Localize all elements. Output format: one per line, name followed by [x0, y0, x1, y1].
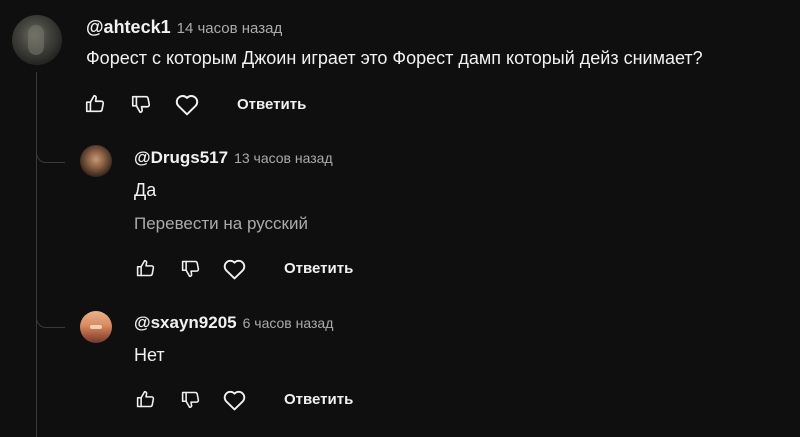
- thumbs-down-icon[interactable]: [176, 254, 204, 282]
- comment-author[interactable]: @Drugs517: [134, 148, 228, 168]
- comment-actions: Ответить: [81, 90, 306, 118]
- reply-button[interactable]: Ответить: [284, 260, 353, 277]
- avatar[interactable]: [12, 15, 62, 65]
- thumbs-down-icon[interactable]: [176, 385, 204, 413]
- comment-actions: Ответить: [131, 254, 353, 282]
- translate-link[interactable]: Перевести на русский: [134, 214, 308, 234]
- thread-branch: [36, 313, 65, 328]
- comment-time[interactable]: 6 часов назад: [243, 315, 334, 331]
- comment-actions: Ответить: [131, 385, 353, 413]
- thumbs-up-icon[interactable]: [131, 385, 159, 413]
- thumbs-up-icon[interactable]: [81, 90, 109, 118]
- comment-header: @ahteck1 14 часов назад: [86, 17, 282, 38]
- heart-icon[interactable]: [173, 90, 201, 118]
- comment-header: @Drugs517 13 часов назад: [134, 148, 333, 168]
- comment-author[interactable]: @ahteck1: [86, 17, 171, 38]
- avatar[interactable]: [80, 311, 112, 343]
- comment-text: Нет: [134, 345, 165, 365]
- heart-icon[interactable]: [220, 254, 248, 282]
- heart-icon[interactable]: [220, 385, 248, 413]
- comment-time[interactable]: 13 часов назад: [234, 150, 333, 166]
- thread-branch: [36, 148, 65, 163]
- reply-button[interactable]: Ответить: [237, 96, 306, 113]
- comment-text: Форест с которым Джоин играет это Форест…: [86, 48, 703, 68]
- avatar[interactable]: [80, 145, 112, 177]
- thumbs-down-icon[interactable]: [127, 90, 155, 118]
- comment-time[interactable]: 14 часов назад: [177, 20, 283, 37]
- thread-line: [36, 72, 37, 437]
- thumbs-up-icon[interactable]: [131, 254, 159, 282]
- reply-button[interactable]: Ответить: [284, 391, 353, 408]
- comment-author[interactable]: @sxayn9205: [134, 313, 237, 333]
- comment-header: @sxayn9205 6 часов назад: [134, 313, 333, 333]
- comment-text: Да: [134, 180, 157, 200]
